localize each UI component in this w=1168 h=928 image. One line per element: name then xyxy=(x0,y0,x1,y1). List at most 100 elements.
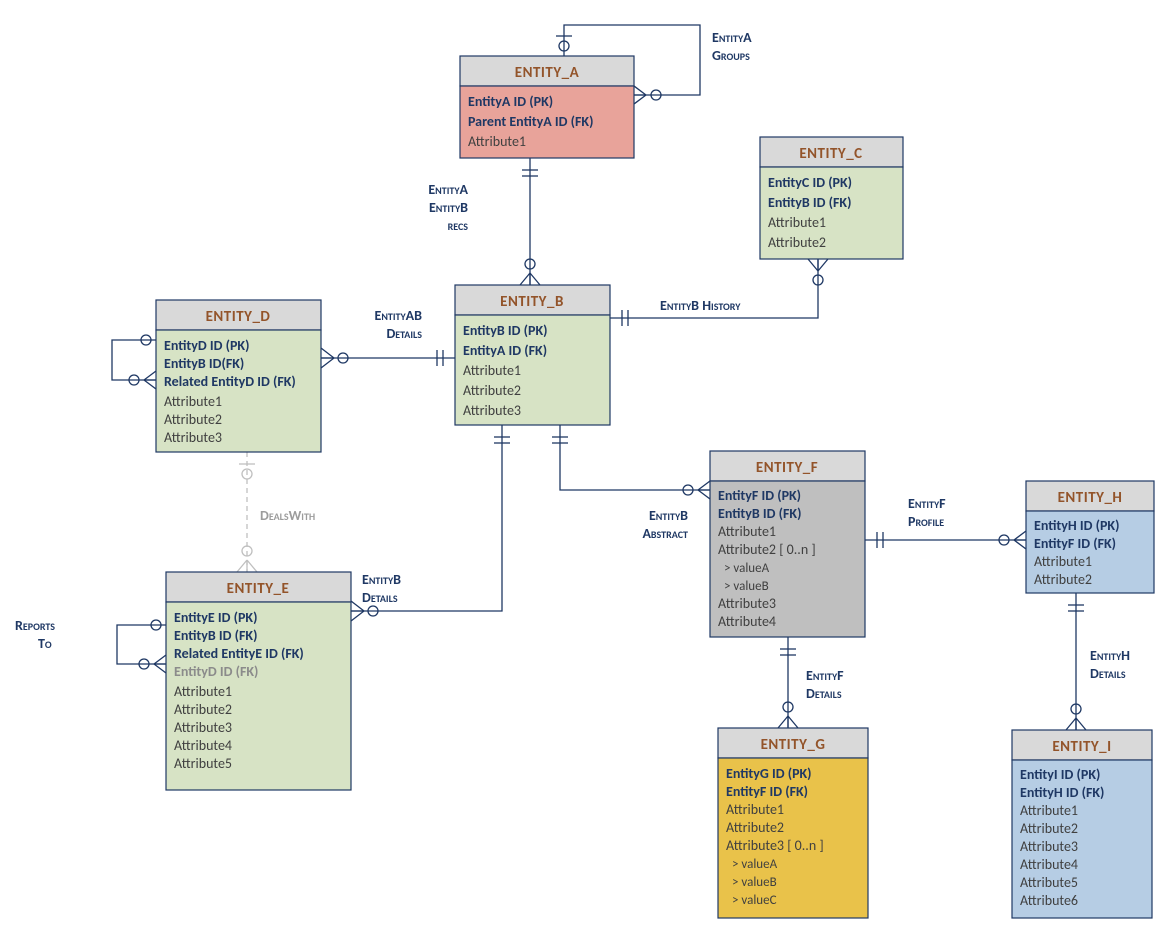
entity-a: ENTITY_A EntityA ID (PK) Parent EntityA … xyxy=(460,56,634,158)
rel-reports-to: Reports To xyxy=(15,617,166,673)
svg-text:> valueC: > valueC xyxy=(732,893,777,908)
entity-d-title: ENTITY_D xyxy=(206,308,271,326)
entity-e-title: ENTITY_E xyxy=(227,580,290,598)
rel-b-d-l1: EntityAB xyxy=(374,307,422,324)
rel-entityb-abstract: EntityB Abstract xyxy=(552,425,710,542)
svg-text:Attribute3: Attribute3 xyxy=(463,402,521,419)
svg-text:Attribute4: Attribute4 xyxy=(174,737,232,754)
entity-d: ENTITY_D EntityD ID (PK) EntityB ID(FK) … xyxy=(156,300,321,452)
svg-text:EntityF ID (PK): EntityF ID (PK) xyxy=(718,487,801,504)
svg-text:Attribute1: Attribute1 xyxy=(718,523,776,540)
rel-e-self-l2: To xyxy=(38,635,52,652)
svg-text:Attribute2 [ 0..n ]: Attribute2 [ 0..n ] xyxy=(718,541,816,558)
svg-text:Attribute1: Attribute1 xyxy=(463,362,521,379)
rel-a-self-l2: Groups xyxy=(712,47,750,64)
svg-text:EntityB ID (PK): EntityB ID (PK) xyxy=(463,322,547,339)
svg-text:Attribute1: Attribute1 xyxy=(164,393,222,410)
svg-text:> valueA: > valueA xyxy=(732,857,778,872)
entity-f: ENTITY_F EntityF ID (PK) EntityB ID (FK)… xyxy=(710,451,865,637)
rel-b-e-l2: Details xyxy=(362,589,398,606)
rel-b-c-l1: EntityB History xyxy=(660,297,741,314)
svg-text:Attribute1: Attribute1 xyxy=(1020,802,1078,819)
rel-entitya-entityb-recs: EntityA EntityB recs xyxy=(428,158,540,285)
rel-entityf-details: EntityF Details xyxy=(778,637,844,728)
svg-text:Attribute3 [ 0..n ]: Attribute3 [ 0..n ] xyxy=(726,837,824,854)
entity-b: ENTITY_B EntityB ID (PK) EntityA ID (FK)… xyxy=(455,285,610,425)
svg-text:Attribute4: Attribute4 xyxy=(718,613,776,630)
svg-text:Attribute3: Attribute3 xyxy=(164,429,222,446)
rel-a-b-l3: recs xyxy=(448,217,469,234)
rel-entityab-details: EntityAB Details xyxy=(321,307,455,368)
svg-text:EntityD ID (PK): EntityD ID (PK) xyxy=(164,337,249,354)
rel-f-h-l2: Profile xyxy=(908,513,944,530)
svg-text:Attribute1: Attribute1 xyxy=(726,801,784,818)
svg-text:EntityA ID (PK): EntityA ID (PK) xyxy=(468,93,553,110)
svg-text:Attribute2: Attribute2 xyxy=(463,382,521,399)
svg-text:EntityF ID (FK): EntityF ID (FK) xyxy=(1034,535,1116,552)
svg-text:EntityE ID (PK): EntityE ID (PK) xyxy=(174,609,257,626)
svg-text:EntityD ID (FK): EntityD ID (FK) xyxy=(174,663,258,680)
svg-text:EntityB ID(FK): EntityB ID(FK) xyxy=(164,355,244,372)
rel-dealswith: DealsWith xyxy=(237,452,315,572)
svg-text:Attribute4: Attribute4 xyxy=(1020,856,1078,873)
svg-text:EntityF ID (FK): EntityF ID (FK) xyxy=(726,783,808,800)
svg-text:Attribute1: Attribute1 xyxy=(768,214,826,231)
rel-entityh-details: EntityH Details xyxy=(1066,593,1130,730)
entity-h-title: ENTITY_H xyxy=(1058,489,1123,507)
rel-h-i-l1: EntityH xyxy=(1090,647,1130,664)
rel-a-self-l1: EntityA xyxy=(712,29,752,46)
rel-d-self xyxy=(112,335,156,389)
svg-text:Attribute2: Attribute2 xyxy=(768,234,826,251)
entity-a-title: ENTITY_A xyxy=(515,64,580,82)
svg-text:Related EntityD ID (FK): Related EntityD ID (FK) xyxy=(164,373,296,390)
svg-text:Attribute6: Attribute6 xyxy=(1020,892,1078,909)
svg-text:> valueB: > valueB xyxy=(724,579,769,594)
rel-entityf-profile: EntityF Profile xyxy=(865,495,1026,549)
svg-text:EntityA ID (FK): EntityA ID (FK) xyxy=(463,342,547,359)
svg-text:EntityB ID (FK): EntityB ID (FK) xyxy=(768,194,851,211)
rel-entityb-history: EntityB History xyxy=(610,259,828,326)
svg-text:Parent EntityA ID (FK): Parent EntityA ID (FK) xyxy=(468,113,593,130)
svg-text:Attribute5: Attribute5 xyxy=(1020,874,1078,891)
svg-text:Attribute3: Attribute3 xyxy=(174,719,232,736)
rel-b-f-l1: EntityB xyxy=(649,507,688,524)
rel-f-g-l2: Details xyxy=(806,685,842,702)
svg-text:Attribute2: Attribute2 xyxy=(1020,820,1078,837)
svg-text:EntityI ID (PK): EntityI ID (PK) xyxy=(1020,766,1100,783)
entity-i: ENTITY_I EntityI ID (PK) EntityH ID (FK)… xyxy=(1012,730,1152,918)
svg-text:EntityH ID (PK): EntityH ID (PK) xyxy=(1034,517,1119,534)
svg-text:> valueA: > valueA xyxy=(724,561,770,576)
svg-text:EntityC ID (PK): EntityC ID (PK) xyxy=(768,174,852,191)
svg-text:Related EntityE ID (FK): Related EntityE ID (FK) xyxy=(174,645,304,662)
svg-text:EntityB ID (FK): EntityB ID (FK) xyxy=(718,505,801,522)
rel-h-i-l2: Details xyxy=(1090,665,1126,682)
entity-b-title: ENTITY_B xyxy=(500,293,564,311)
svg-text:Attribute2: Attribute2 xyxy=(726,819,784,836)
svg-text:EntityB ID (FK): EntityB ID (FK) xyxy=(174,627,257,644)
entity-c: ENTITY_C EntityC ID (PK) EntityB ID (FK)… xyxy=(760,137,903,259)
er-diagram: EntityA Groups EntityA EntityB recs Enti… xyxy=(0,0,1168,928)
rel-f-g-l1: EntityF xyxy=(806,667,844,684)
svg-text:Attribute3: Attribute3 xyxy=(718,595,776,612)
rel-d-e-l1: DealsWith xyxy=(260,507,315,524)
svg-text:Attribute2: Attribute2 xyxy=(1034,571,1092,588)
rel-b-e-l1: EntityB xyxy=(362,571,401,588)
svg-text:Attribute3: Attribute3 xyxy=(1020,838,1078,855)
entity-g-title: ENTITY_G xyxy=(761,736,826,754)
svg-text:Attribute1: Attribute1 xyxy=(1034,553,1092,570)
entity-i-title: ENTITY_I xyxy=(1052,738,1111,756)
entity-c-title: ENTITY_C xyxy=(799,145,862,163)
entity-e: ENTITY_E EntityE ID (PK) EntityB ID (FK)… xyxy=(166,572,351,790)
rel-a-b-l2: EntityB xyxy=(429,199,468,216)
rel-b-d-l2: Details xyxy=(386,325,422,342)
rel-a-b-l1: EntityA xyxy=(428,181,468,198)
svg-text:Attribute1: Attribute1 xyxy=(468,133,526,150)
svg-text:Attribute2: Attribute2 xyxy=(164,411,222,428)
svg-text:EntityH ID (FK): EntityH ID (FK) xyxy=(1020,784,1104,801)
rel-f-h-l1: EntityF xyxy=(908,495,946,512)
rel-e-self-l1: Reports xyxy=(15,617,55,634)
svg-text:> valueB: > valueB xyxy=(732,875,777,890)
entity-f-title: ENTITY_F xyxy=(756,459,818,477)
entity-h: ENTITY_H EntityH ID (PK) EntityF ID (FK)… xyxy=(1026,481,1154,593)
svg-text:Attribute5: Attribute5 xyxy=(174,755,232,772)
